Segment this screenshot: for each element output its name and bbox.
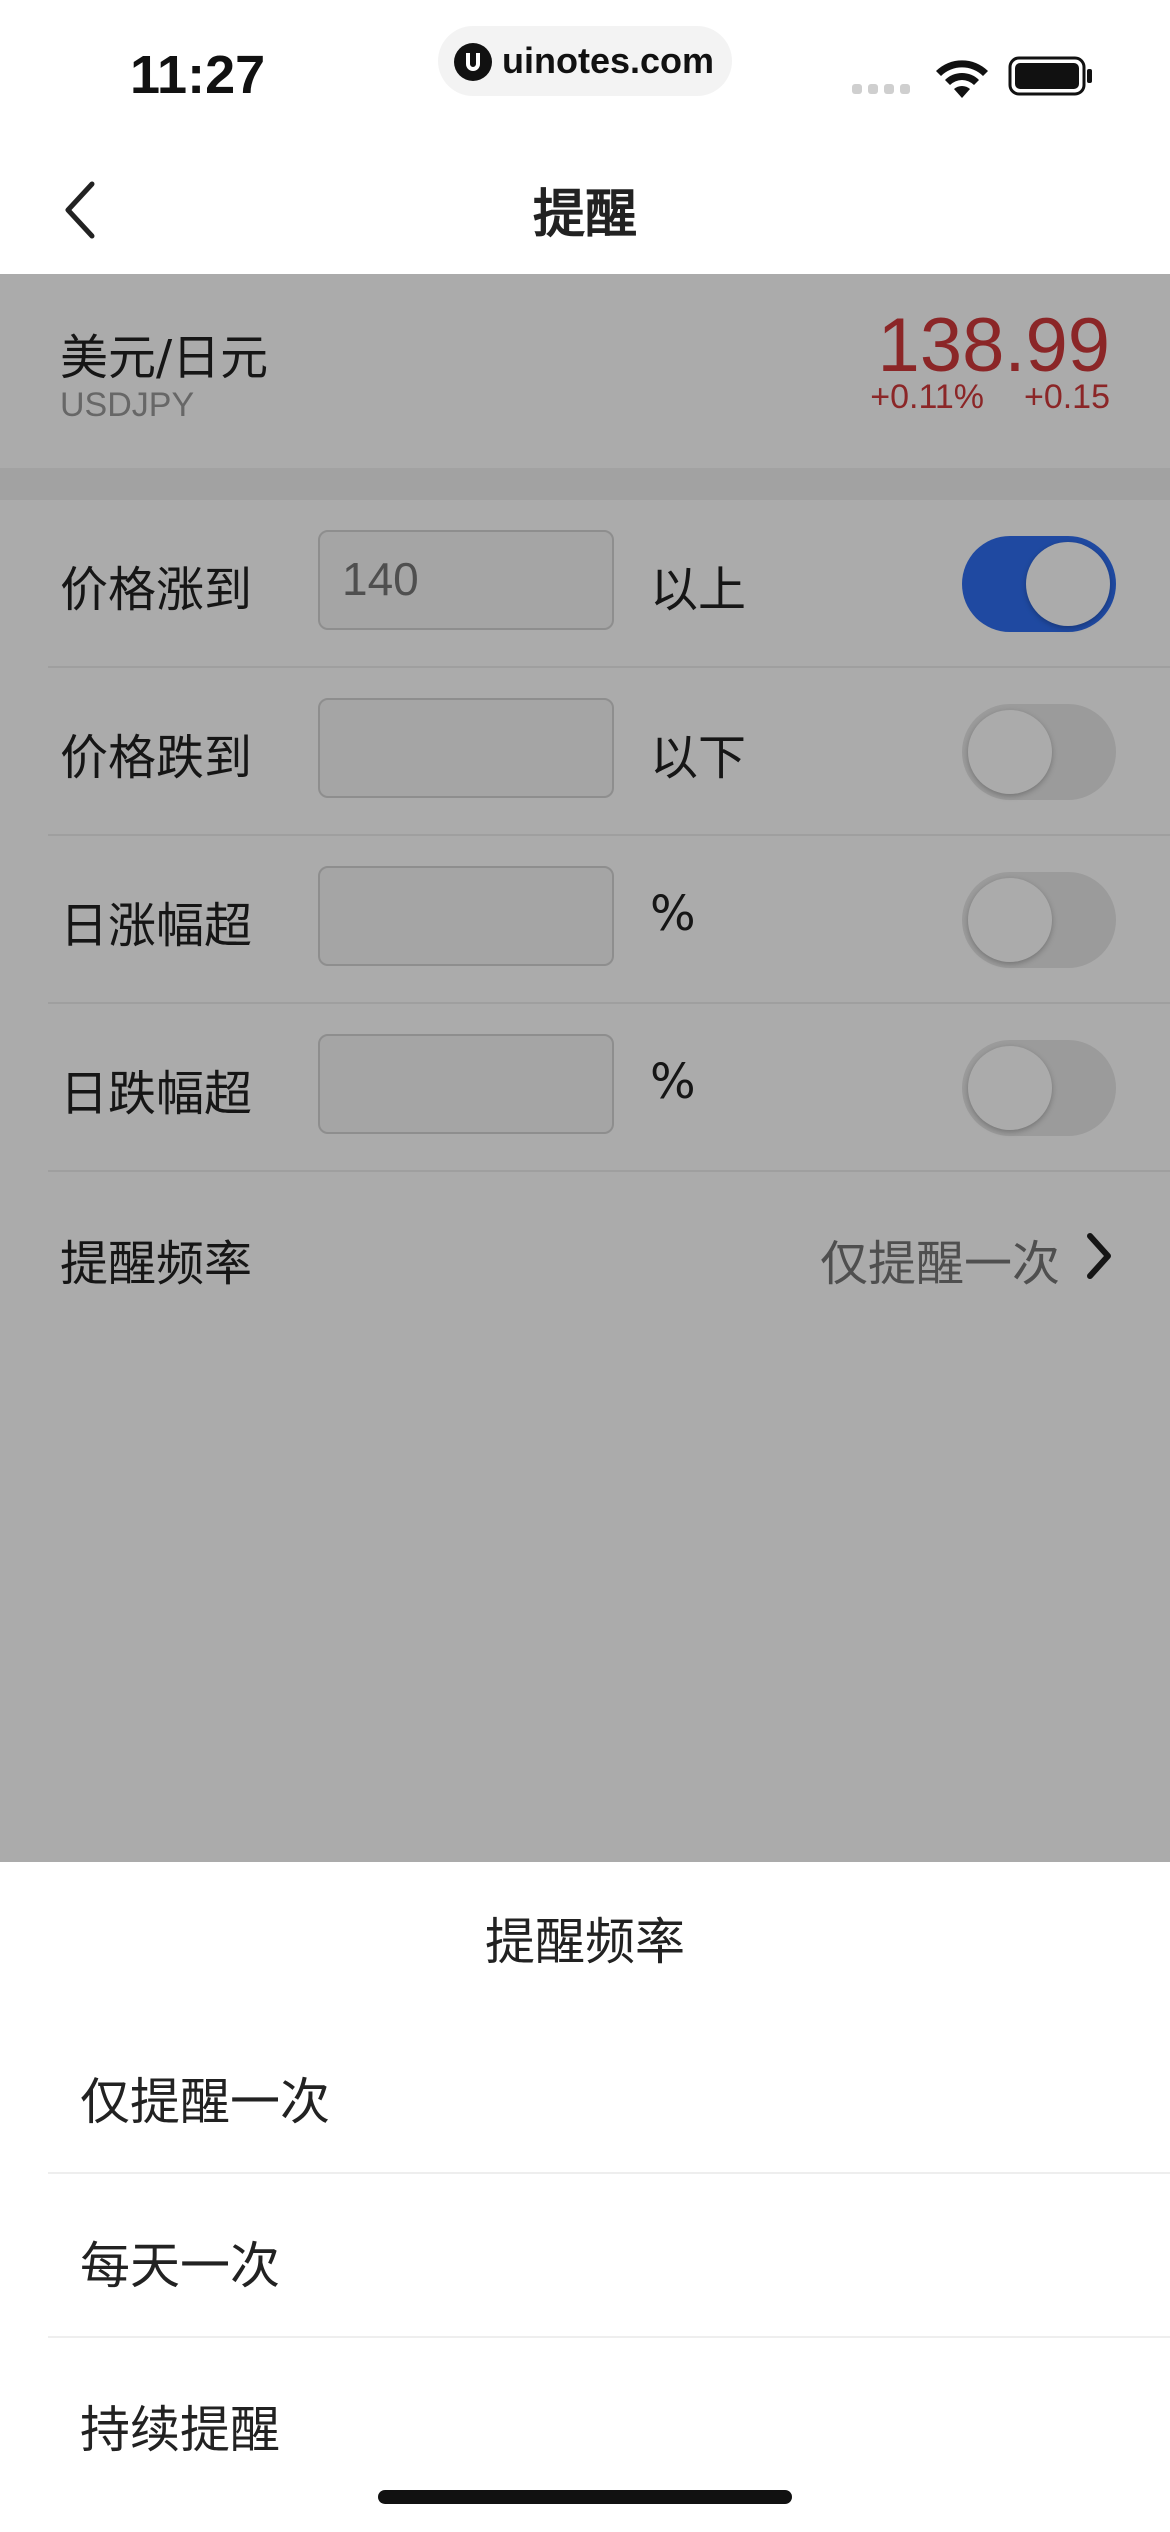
home-indicator[interactable]	[378, 2490, 792, 2504]
nav-bar: 提醒	[0, 140, 1170, 274]
modal-backdrop[interactable]	[0, 274, 1170, 1862]
url-text: uinotes.com	[502, 40, 715, 81]
screen: 11:27 uinotes.com 提醒 美元/日元 USDJPY 138.99…	[0, 0, 1170, 2532]
url-pill[interactable]: uinotes.com	[438, 26, 732, 96]
option-once[interactable]: 仅提醒一次	[0, 2010, 1170, 2174]
frequency-sheet: 提醒频率 仅提醒一次 每天一次 持续提醒	[0, 1862, 1170, 2532]
page-title: 提醒	[532, 185, 637, 245]
site-logo-icon	[454, 43, 492, 81]
sheet-title: 提醒频率	[485, 1913, 685, 1971]
status-time: 11:27	[130, 45, 266, 105]
option-label: 每天一次	[80, 2237, 280, 2295]
option-continuous[interactable]: 持续提醒	[0, 2338, 1170, 2502]
status-bar: 11:27 uinotes.com	[0, 0, 1170, 140]
battery-icon	[1008, 56, 1092, 96]
option-daily[interactable]: 每天一次	[0, 2174, 1170, 2338]
wifi-icon	[936, 60, 988, 98]
option-label: 持续提醒	[80, 2401, 280, 2459]
option-label: 仅提醒一次	[80, 2073, 330, 2131]
signal-icon	[852, 84, 910, 94]
